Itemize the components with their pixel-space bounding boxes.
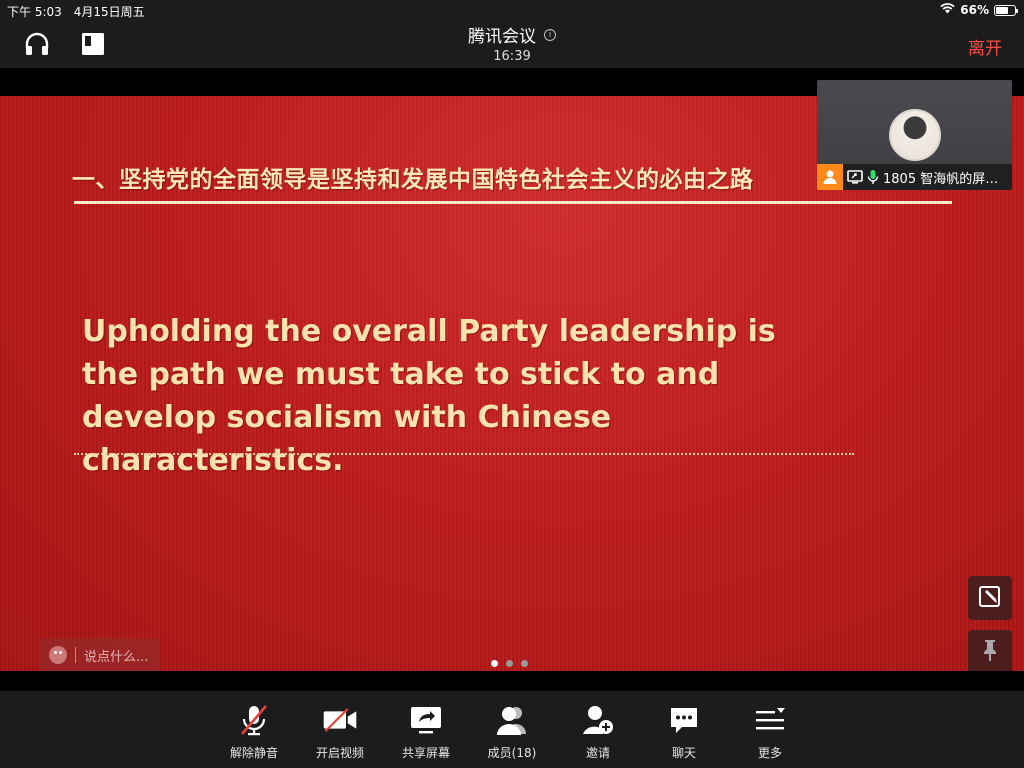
host-badge-icon <box>817 164 843 190</box>
participant-avatar <box>889 109 941 161</box>
participant-bar: 1805 智海帆的屏… <box>817 164 1012 190</box>
bottom-toolbar: 解除静音 开启视频 共享屏幕 成员(18) 邀请 聊天 更多 <box>0 691 1024 768</box>
meeting-duration: 16:39 <box>493 49 531 64</box>
more-label: 更多 <box>757 746 782 760</box>
status-date: 4月15日周五 <box>73 5 145 19</box>
more-menu-icon <box>752 703 788 737</box>
emoji-icon[interactable] <box>49 646 67 664</box>
page-dot-2[interactable] <box>506 660 513 667</box>
mic-active-icon <box>867 169 879 185</box>
chat-button[interactable]: 聊天 <box>649 703 719 761</box>
status-time: 下午 5:03 <box>7 5 62 19</box>
camera-off-icon <box>322 703 358 737</box>
page-indicator <box>491 660 528 667</box>
meeting-title-block: 腾讯会议 i 16:39 <box>0 22 1024 64</box>
members-icon <box>494 703 530 737</box>
members-label: 成员(18) <box>487 746 537 760</box>
slide-heading: 一、坚持党的全面领导是坚持和发展中国特色社会主义的必由之路 <box>72 167 754 193</box>
annotate-icon <box>977 583 1003 613</box>
participant-name: 1805 智海帆的屏… <box>883 171 999 187</box>
chat-separator <box>75 647 76 663</box>
add-user-icon <box>580 703 616 737</box>
status-left: 下午 5:03 4月15日周五 <box>7 3 145 20</box>
pin-button[interactable] <box>968 630 1012 674</box>
page-dot-1[interactable] <box>491 660 498 667</box>
participant-video-tile[interactable]: 1805 智海帆的屏… <box>817 80 1012 190</box>
page-dot-3[interactable] <box>521 660 528 667</box>
battery-level <box>996 6 1008 14</box>
slide-divider <box>74 201 952 204</box>
invite-label: 邀请 <box>585 746 610 760</box>
invite-button[interactable]: 邀请 <box>563 703 633 761</box>
meeting-screen: 下午 5:03 4月15日周五 66% 腾讯会议 i 16:39 离开 一、坚持… <box>0 0 1024 768</box>
chat-quick-input[interactable]: 说点什么... <box>40 638 160 672</box>
start-video-button[interactable]: 开启视频 <box>305 703 375 761</box>
chat-placeholder: 说点什么... <box>84 649 149 665</box>
slide-dotted-divider <box>74 453 854 455</box>
unmute-button[interactable]: 解除静音 <box>219 703 289 761</box>
start-video-label: 开启视频 <box>315 746 364 760</box>
members-button[interactable]: 成员(18) <box>477 703 547 761</box>
status-bar: 下午 5:03 4月15日周五 66% <box>0 0 1024 20</box>
share-screen-button[interactable]: 共享屏幕 <box>391 703 461 761</box>
annotate-button[interactable] <box>968 576 1012 620</box>
info-icon[interactable]: i <box>544 28 556 41</box>
battery-percent: 66% <box>960 3 989 17</box>
meeting-title-line: 腾讯会议 i <box>468 22 556 47</box>
meeting-header: 腾讯会议 i 16:39 离开 <box>0 20 1024 68</box>
leave-button[interactable]: 离开 <box>968 34 1002 59</box>
share-screen-label: 共享屏幕 <box>401 746 450 760</box>
battery-tip <box>1016 8 1018 13</box>
screen-share-icon <box>847 170 863 184</box>
pin-icon <box>980 638 1000 666</box>
meeting-title: 腾讯会议 <box>468 27 536 47</box>
chat-label: 聊天 <box>671 746 696 760</box>
wifi-icon <box>940 3 955 17</box>
mic-muted-icon <box>236 703 272 737</box>
slide-body-text: Upholding the overall Party leadership i… <box>82 314 776 478</box>
letterbox-bottom <box>0 671 1024 691</box>
share-screen-icon <box>408 703 444 737</box>
unmute-label: 解除静音 <box>229 746 278 760</box>
status-right: 66% <box>940 3 1018 17</box>
more-button[interactable]: 更多 <box>735 703 805 761</box>
chat-icon <box>666 703 702 737</box>
battery-icon <box>994 4 1018 16</box>
